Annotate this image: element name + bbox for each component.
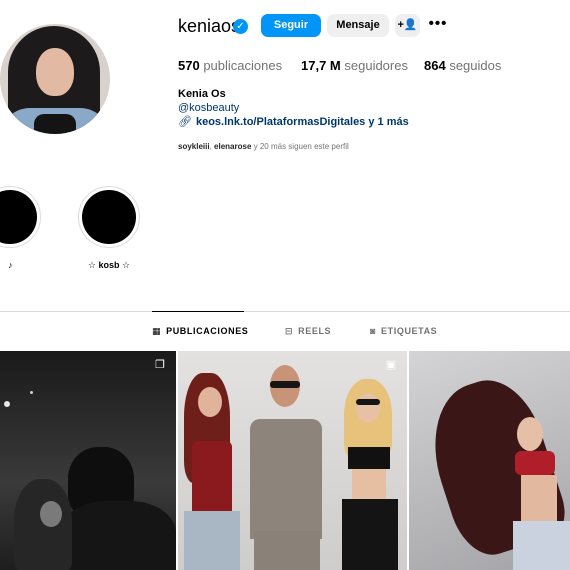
- highlight-label: ☆ kosb ☆: [87, 260, 131, 270]
- profile-avatar[interactable]: [0, 24, 110, 134]
- tab-tagged[interactable]: ◙ ETIQUETAS: [370, 326, 437, 336]
- story-highlight[interactable]: [0, 186, 41, 248]
- photo-outfit-shape: [515, 451, 555, 475]
- follow-button[interactable]: Seguir: [261, 14, 321, 37]
- photo-outfit-shape: [192, 441, 232, 521]
- photo-face-shape: [198, 387, 222, 417]
- highlight-label: ♪: [8, 260, 13, 270]
- story-highlight[interactable]: [78, 186, 140, 248]
- grid-icon: ▦: [152, 326, 162, 336]
- message-button[interactable]: Mensaje: [327, 14, 389, 37]
- posts-count: 570: [178, 58, 200, 73]
- post-thumbnail[interactable]: ▣: [178, 351, 407, 570]
- photo-body-shape: [352, 469, 386, 499]
- bio-link-text: keos.lnk.to/PlataformasDigitales y 1 más: [195, 116, 409, 128]
- add-person-icon: +👤: [397, 19, 418, 31]
- photo-face-shape: [356, 393, 380, 423]
- photo-vest-shape: [250, 419, 322, 539]
- carousel-icon: ❐: [155, 359, 165, 371]
- posts-label: publicaciones: [203, 58, 283, 73]
- link-icon: 🔗︎: [178, 116, 192, 128]
- reels-icon: ⊟: [285, 326, 294, 336]
- following-label: seguidos: [449, 58, 502, 73]
- photo-pants-shape: [254, 531, 320, 570]
- followers-count: 17,7 M: [301, 58, 341, 73]
- active-tab-indicator: [152, 311, 244, 312]
- tab-posts-label: PUBLICACIONES: [166, 326, 249, 336]
- photo-sunglasses-shape: [356, 399, 380, 405]
- following-stat[interactable]: 864 seguidos: [424, 58, 501, 74]
- avatar-face-shape: [36, 48, 74, 96]
- followed-by-rest: y 20 más siguen este perfil: [251, 142, 349, 151]
- followed-by-text[interactable]: soykleiii, elenarose y 20 más siguen est…: [178, 142, 349, 151]
- photo-face-shape: [40, 501, 62, 527]
- photo-pants-shape: [513, 521, 570, 570]
- post-thumbnail[interactable]: [409, 351, 570, 570]
- reels-icon: ▣: [385, 359, 397, 371]
- photo-person-shape: [14, 479, 72, 570]
- followers-label: seguidores: [344, 58, 408, 73]
- more-options-icon[interactable]: •••: [428, 14, 448, 37]
- tabs-divider: [0, 311, 570, 312]
- highlight-cover: [0, 190, 37, 244]
- tagged-icon: ◙: [370, 326, 377, 336]
- followers-stat[interactable]: 17,7 M seguidores: [301, 58, 408, 74]
- photo-sunglasses-shape: [270, 381, 300, 388]
- tab-reels-label: REELS: [298, 326, 332, 336]
- follower-name-2: elenarose: [214, 142, 252, 151]
- bio-mention-link[interactable]: @kosbeauty: [178, 102, 239, 114]
- photo-top-shape: [348, 447, 390, 469]
- photo-legs-shape: [184, 511, 240, 570]
- photo-light-shape: [30, 391, 33, 394]
- suggested-accounts-button[interactable]: +👤: [395, 14, 420, 37]
- following-count: 864: [424, 58, 446, 73]
- tab-tagged-label: ETIQUETAS: [381, 326, 438, 336]
- avatar-top-shape: [34, 114, 76, 134]
- profile-full-name: Kenia Os: [178, 88, 226, 100]
- follower-name-1: soykleiii: [178, 142, 210, 151]
- highlight-cover: [82, 190, 136, 244]
- profile-username: keniaos: [178, 16, 241, 36]
- tab-posts[interactable]: ▦ PUBLICACIONES: [152, 326, 248, 337]
- photo-person-shape: [60, 501, 176, 570]
- tab-reels[interactable]: ⊟ REELS: [285, 326, 331, 337]
- photo-light-shape: [4, 401, 10, 407]
- photo-pants-shape: [342, 499, 398, 570]
- bio-external-link[interactable]: 🔗︎ keos.lnk.to/PlataformasDigitales y 1 m…: [178, 115, 409, 128]
- verified-badge-icon: ✓: [233, 19, 248, 34]
- posts-count-stat: 570 publicaciones: [178, 58, 282, 74]
- photo-body-shape: [521, 475, 557, 525]
- post-thumbnail[interactable]: ❐: [0, 351, 176, 570]
- photo-face-shape: [517, 417, 543, 451]
